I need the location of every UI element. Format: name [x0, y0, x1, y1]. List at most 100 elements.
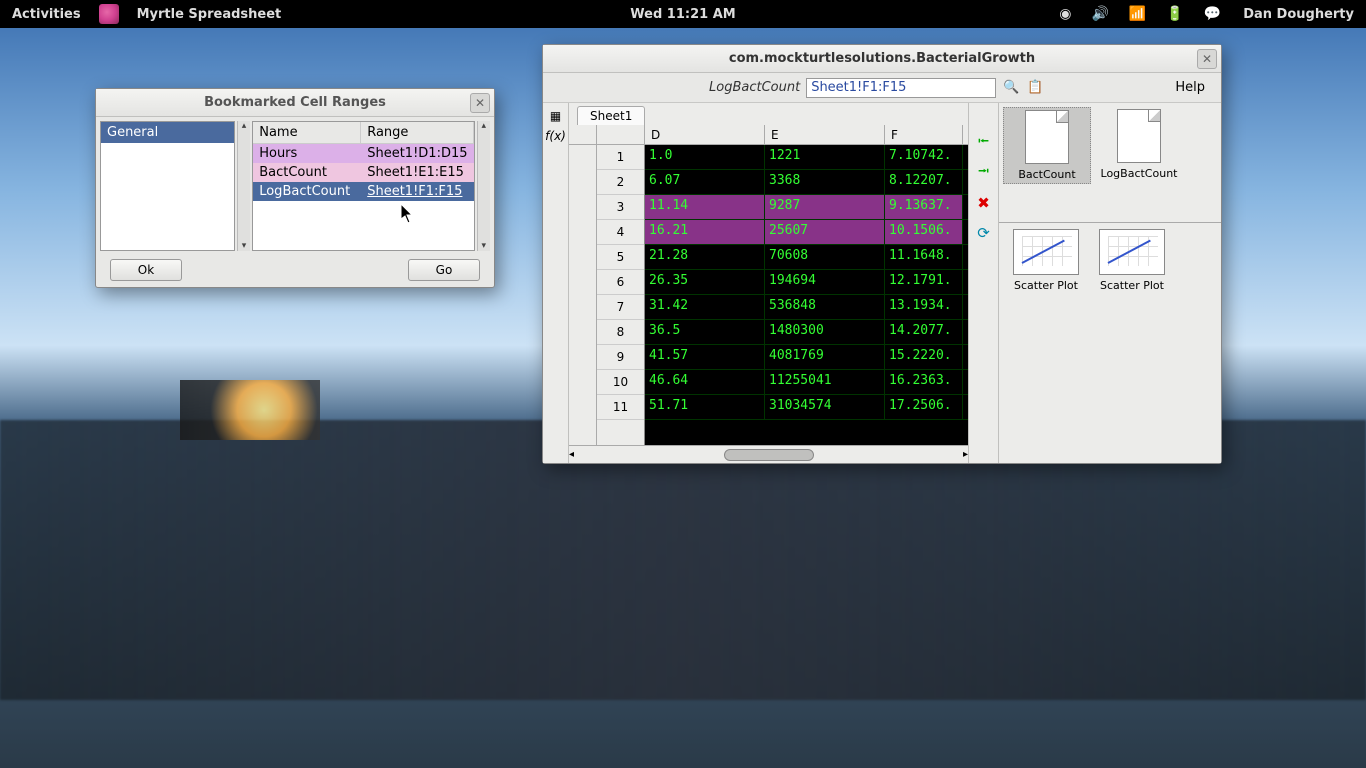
delete-icon[interactable]: ✖ — [974, 193, 994, 213]
import-icon[interactable]: ⭰ — [974, 133, 994, 153]
table-row[interactable]: 6.0733688.12207. — [645, 170, 968, 195]
cell[interactable]: 11255041 — [765, 370, 885, 394]
col-header-d[interactable]: D — [645, 125, 765, 144]
export-icon[interactable]: ⭲ — [974, 163, 994, 183]
app-icon[interactable] — [99, 4, 119, 24]
cell[interactable]: 17.2506. — [885, 395, 963, 419]
cell[interactable]: 36.5 — [645, 320, 765, 344]
close-icon[interactable]: ✕ — [470, 93, 490, 113]
row-header[interactable]: 5 — [597, 245, 644, 270]
table-row[interactable]: 16.212560710.1506. — [645, 220, 968, 245]
row-header[interactable]: 8 — [597, 320, 644, 345]
chat-icon[interactable]: 💬 — [1194, 6, 1231, 22]
scroll-thumb[interactable] — [724, 449, 814, 461]
battery-icon[interactable]: 🔋 — [1156, 6, 1193, 22]
help-menu[interactable]: Help — [1175, 80, 1205, 95]
cell[interactable]: 194694 — [765, 270, 885, 294]
refresh-icon[interactable]: ⟳ — [974, 223, 994, 243]
main-titlebar[interactable]: com.mockturtlesolutions.BacterialGrowth … — [543, 45, 1221, 73]
cell[interactable]: 10.1506. — [885, 220, 963, 244]
cell[interactable]: 12.1791. — [885, 270, 963, 294]
bookmark-dialog-titlebar[interactable]: Bookmarked Cell Ranges ✕ — [96, 89, 494, 117]
col-header-e[interactable]: E — [765, 125, 885, 144]
row-header[interactable]: 1 — [597, 145, 644, 170]
range-input[interactable] — [806, 78, 996, 98]
row-header[interactable]: 6 — [597, 270, 644, 295]
plot-thumb[interactable]: Scatter Plot — [1091, 229, 1173, 292]
row-header[interactable]: 4 — [597, 220, 644, 245]
grid-icon[interactable]: ▦ — [546, 107, 566, 125]
table-row[interactable]: 1.012217.10742. — [645, 145, 968, 170]
bookmark-groups-list[interactable]: General — [100, 121, 235, 251]
col-header-name[interactable]: Name — [253, 122, 361, 143]
sheet-tab[interactable]: Sheet1 — [577, 106, 645, 125]
col-header-f[interactable]: F — [885, 125, 963, 144]
scroll-right-icon[interactable]: ▸ — [963, 449, 968, 460]
cell[interactable]: 9287 — [765, 195, 885, 219]
bookmark-ranges-list[interactable]: Name Range HoursSheet1!D1:D15BactCountSh… — [252, 121, 474, 251]
cell[interactable]: 7.10742. — [885, 145, 963, 169]
cell[interactable]: 3368 — [765, 170, 885, 194]
cell[interactable]: 11.14 — [645, 195, 765, 219]
bookmark-group-general[interactable]: General — [101, 122, 234, 143]
cell[interactable]: 41.57 — [645, 345, 765, 369]
scrollbar[interactable]: ▴ ▾ — [477, 121, 491, 251]
cell[interactable]: 15.2220. — [885, 345, 963, 369]
scrollbar[interactable]: ▴ ▾ — [237, 121, 251, 251]
cell[interactable]: 9.13637. — [885, 195, 963, 219]
scroll-up-icon[interactable]: ▴ — [481, 121, 486, 131]
scroll-down-icon[interactable]: ▾ — [242, 241, 247, 251]
close-icon[interactable]: ✕ — [1197, 49, 1217, 69]
search-icon[interactable]: 🔍 — [1002, 79, 1020, 97]
table-row[interactable]: 26.3519469412.1791. — [645, 270, 968, 295]
cell[interactable]: 51.71 — [645, 395, 765, 419]
row-header[interactable]: 3 — [597, 195, 644, 220]
cell[interactable]: 1221 — [765, 145, 885, 169]
table-row[interactable]: 31.4253684813.1934. — [645, 295, 968, 320]
table-row[interactable]: 46.641125504116.2363. — [645, 370, 968, 395]
user-menu[interactable]: Dan Dougherty — [1231, 7, 1366, 22]
row-header[interactable]: 11 — [597, 395, 644, 420]
cell[interactable]: 8.12207. — [885, 170, 963, 194]
cell[interactable]: 13.1934. — [885, 295, 963, 319]
cell[interactable]: 26.35 — [645, 270, 765, 294]
table-row[interactable]: 41.57408176915.2220. — [645, 345, 968, 370]
scroll-up-icon[interactable]: ▴ — [242, 121, 247, 131]
cell[interactable]: 25607 — [765, 220, 885, 244]
app-menu[interactable]: Myrtle Spreadsheet — [125, 7, 294, 22]
cell[interactable]: 11.1648. — [885, 245, 963, 269]
cell[interactable]: 536848 — [765, 295, 885, 319]
bookmark-row[interactable]: HoursSheet1!D1:D15 — [253, 144, 473, 163]
cell[interactable]: 21.28 — [645, 245, 765, 269]
corner-cell[interactable] — [569, 125, 597, 144]
activities-button[interactable]: Activities — [0, 7, 93, 22]
dataset-thumb[interactable]: BactCount — [1003, 107, 1091, 184]
row-header[interactable]: 2 — [597, 170, 644, 195]
scroll-left-icon[interactable]: ◂ — [569, 449, 574, 460]
wifi-icon[interactable]: 📶 — [1119, 6, 1156, 22]
cell[interactable]: 1480300 — [765, 320, 885, 344]
go-button[interactable]: Go — [408, 259, 480, 281]
cell[interactable]: 14.2077. — [885, 320, 963, 344]
cell[interactable]: 70608 — [765, 245, 885, 269]
table-row[interactable]: 11.1492879.13637. — [645, 195, 968, 220]
table-row[interactable]: 36.5148030014.2077. — [645, 320, 968, 345]
row-header[interactable]: 7 — [597, 295, 644, 320]
cell[interactable]: 16.21 — [645, 220, 765, 244]
cell[interactable]: 1.0 — [645, 145, 765, 169]
dataset-thumb[interactable]: LogBactCount — [1095, 107, 1183, 182]
clipboard-icon[interactable]: 📋 — [1026, 79, 1044, 97]
table-row[interactable]: 21.287060811.1648. — [645, 245, 968, 270]
plot-thumb[interactable]: Scatter Plot — [1005, 229, 1087, 292]
volume-icon[interactable]: 🔊 — [1081, 6, 1118, 22]
clock[interactable]: Wed 11:21 AM — [630, 7, 735, 22]
col-header-range[interactable]: Range — [361, 122, 473, 143]
cell[interactable]: 31034574 — [765, 395, 885, 419]
cell-grid[interactable]: 1.012217.10742.6.0733688.12207.11.149287… — [645, 145, 968, 445]
cell[interactable]: 31.42 — [645, 295, 765, 319]
table-row[interactable]: 51.713103457417.2506. — [645, 395, 968, 420]
scroll-down-icon[interactable]: ▾ — [481, 241, 486, 251]
horizontal-scrollbar[interactable]: ◂ ▸ — [569, 445, 968, 463]
row-header[interactable]: 10 — [597, 370, 644, 395]
ok-button[interactable]: Ok — [110, 259, 182, 281]
